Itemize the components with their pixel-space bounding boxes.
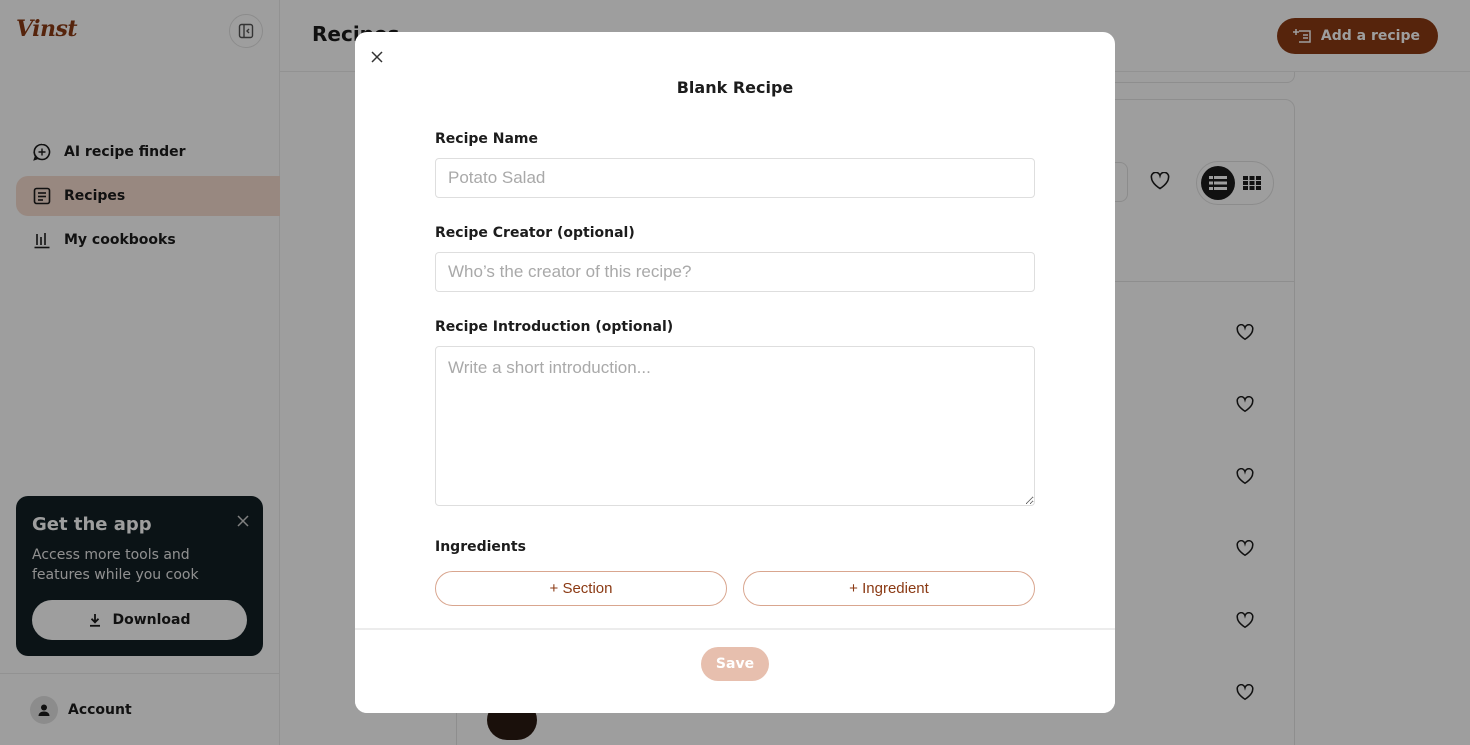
save-button[interactable]: Save	[701, 647, 769, 681]
add-section-button[interactable]: + Section	[435, 571, 727, 606]
recipe-creator-label: Recipe Creator (optional)	[435, 225, 635, 241]
recipe-name-field[interactable]	[435, 158, 1035, 198]
add-ingredient-button[interactable]: + Ingredient	[743, 571, 1035, 606]
ingredient-actions: + Section + Ingredient	[435, 571, 1035, 606]
recipe-creator-field[interactable]	[435, 252, 1035, 292]
recipe-intro-field[interactable]	[435, 346, 1035, 506]
recipe-intro-label: Recipe Introduction (optional)	[435, 319, 674, 335]
recipe-name-label: Recipe Name	[435, 131, 539, 147]
ingredients-label: Ingredients	[435, 539, 526, 555]
blank-recipe-dialog: Blank Recipe Recipe Name Recipe Creator …	[355, 32, 1115, 713]
modal-footer: Save	[355, 628, 1115, 713]
modal-title: Blank Recipe	[676, 78, 794, 97]
close-icon[interactable]	[367, 47, 387, 67]
